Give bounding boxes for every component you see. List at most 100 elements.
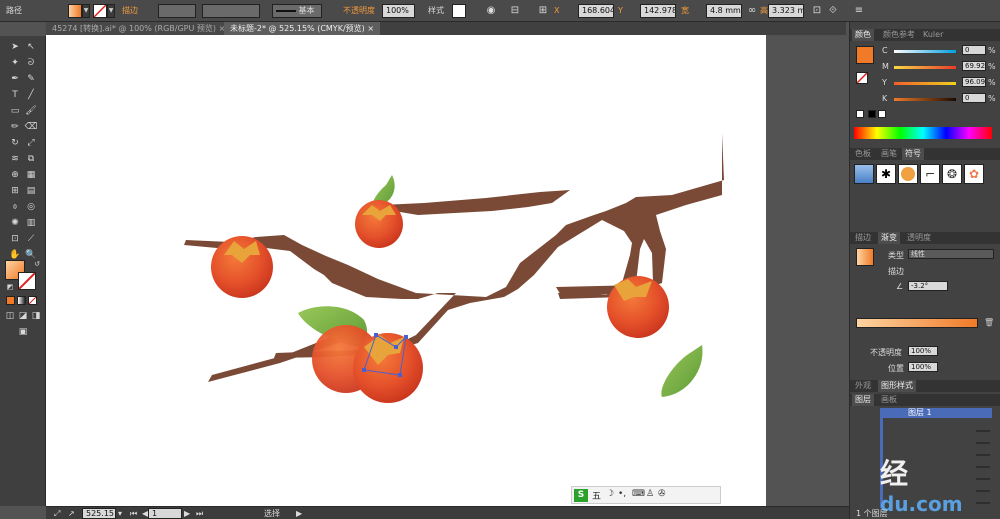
symbol-sprayer-tool-icon[interactable]: ✺: [8, 217, 22, 230]
zoom-select-icon[interactable]: ⤢: [54, 508, 60, 519]
canvas-workarea[interactable]: S 五 ☽ •, ⌨ ♙ ✇: [46, 35, 846, 506]
tab-swatches[interactable]: 色板: [852, 148, 874, 160]
first-page-icon[interactable]: ⏮: [130, 508, 137, 519]
tab-appearance[interactable]: 外观: [852, 380, 874, 392]
constrain-proportions-icon[interactable]: ∞: [745, 4, 759, 18]
ime-toolbar[interactable]: S 五 ☽ •, ⌨ ♙ ✇: [571, 486, 721, 504]
symbol-item[interactable]: [898, 164, 918, 184]
selection-tool-icon[interactable]: ➤: [8, 41, 22, 54]
tab-artboards[interactable]: 画板: [878, 394, 900, 406]
zoom-dropdown-icon[interactable]: ▾: [118, 508, 122, 519]
curvature-tool-icon[interactable]: ✎: [24, 73, 38, 86]
opacity-field[interactable]: 100%: [382, 4, 415, 18]
tab-document-2[interactable]: 未标题-2* @ 525.15% (CMYK/预览) ×: [224, 22, 381, 35]
page-field[interactable]: 1: [148, 508, 182, 519]
channel-y-slider[interactable]: [894, 82, 956, 85]
color-fill-box[interactable]: [856, 46, 874, 64]
symbol-item[interactable]: ✱: [876, 164, 896, 184]
column-graph-tool-icon[interactable]: ▥: [24, 217, 38, 230]
graphic-style-swatch[interactable]: [452, 4, 466, 18]
artwork[interactable]: [46, 35, 766, 506]
brush-definition[interactable]: 基本: [272, 4, 322, 18]
delete-stop-icon[interactable]: 🗑: [984, 318, 994, 328]
moon-icon[interactable]: ☽: [606, 489, 614, 499]
mesh-tool-icon[interactable]: ⊞: [8, 185, 22, 198]
artboard-tool-icon[interactable]: ⊡: [8, 233, 22, 246]
status-arrow-icon[interactable]: ▶: [296, 508, 302, 519]
close-icon[interactable]: ×: [367, 24, 374, 33]
ime-mode[interactable]: 五: [592, 489, 601, 502]
channel-y-value[interactable]: 96.09: [962, 77, 986, 87]
layer-row[interactable]: 图层 1: [880, 408, 992, 418]
gradient-tool-icon[interactable]: ▤: [24, 185, 38, 198]
draw-normal-icon[interactable]: ◫: [3, 310, 17, 323]
isolate-icon[interactable]: ⟐: [826, 4, 840, 18]
reference-point-icon[interactable]: ⊞: [536, 4, 550, 18]
stroke-swatch[interactable]: [93, 4, 107, 18]
shape-builder-tool-icon[interactable]: ⊕: [8, 169, 22, 182]
line-tool-icon[interactable]: ╱: [24, 89, 38, 102]
settings-icon[interactable]: ✇: [658, 489, 666, 499]
keyboard-icon[interactable]: ⌨: [632, 489, 645, 499]
paintbrush-tool-icon[interactable]: 🖌: [24, 105, 38, 118]
white-swatch[interactable]: [878, 110, 886, 118]
channel-k-value[interactable]: 0: [962, 93, 986, 103]
tab-brushes[interactable]: 画笔: [878, 148, 900, 160]
ime-logo[interactable]: S: [574, 489, 588, 502]
last-page-icon[interactable]: ⏭: [196, 508, 203, 519]
draw-inside-icon[interactable]: ◨: [29, 310, 43, 323]
y-field[interactable]: 142.978: [640, 4, 676, 18]
height-field[interactable]: 3.323 mm: [768, 4, 804, 18]
gradient-thumbnail[interactable]: [856, 248, 874, 266]
gradient-mode-button[interactable]: [17, 296, 26, 305]
gradient-angle-field[interactable]: -3.2°: [908, 281, 948, 291]
gradient-type-select[interactable]: 线性: [908, 249, 994, 259]
share-icon[interactable]: ↗: [68, 508, 75, 519]
tab-layers[interactable]: 图层: [852, 394, 874, 406]
channel-m-slider[interactable]: [894, 66, 956, 69]
tab-kuler[interactable]: Kuler: [920, 29, 946, 41]
symbol-item[interactable]: [854, 164, 874, 184]
x-field[interactable]: 168.604: [578, 4, 614, 18]
magic-wand-tool-icon[interactable]: ✦: [8, 57, 22, 70]
zoom-field[interactable]: 525.15: [82, 508, 116, 519]
channel-c-value[interactable]: 0: [962, 45, 986, 55]
next-page-icon[interactable]: ▶: [184, 508, 190, 519]
fill-dropdown[interactable]: ▼: [82, 4, 90, 18]
color-spectrum[interactable]: [854, 127, 992, 139]
draw-behind-icon[interactable]: ◪: [16, 310, 30, 323]
tab-color-guide[interactable]: 颜色参考: [880, 29, 918, 41]
stroke-label[interactable]: 描边: [122, 4, 138, 18]
recolor-artwork-icon[interactable]: ◉: [484, 4, 498, 18]
tab-color[interactable]: 颜色: [852, 29, 874, 41]
slice-tool-icon[interactable]: ⟋: [24, 233, 38, 246]
symbol-item[interactable]: ⌐: [920, 164, 940, 184]
tab-graphic-styles[interactable]: 图形样式: [878, 380, 916, 392]
stroke-dropdown[interactable]: ▼: [107, 4, 115, 18]
tab-transparency[interactable]: 透明度: [904, 232, 934, 244]
artboard[interactable]: S 五 ☽ •, ⌨ ♙ ✇: [46, 35, 766, 506]
lasso-tool-icon[interactable]: ᘐ: [24, 57, 38, 70]
rotate-tool-icon[interactable]: ↻: [8, 137, 22, 150]
scale-tool-icon[interactable]: ⤢: [24, 137, 38, 150]
persimmon-fruit[interactable]: [211, 236, 273, 298]
persimmon-fruit[interactable]: [355, 200, 403, 248]
none-swatch[interactable]: [856, 110, 864, 118]
transform-icon[interactable]: ⊡: [810, 4, 824, 18]
fill-swatch[interactable]: [68, 4, 82, 18]
leaf[interactable]: [661, 345, 703, 397]
status-mode[interactable]: 选择: [264, 508, 280, 519]
gradient-opacity-field[interactable]: 100%: [908, 346, 938, 356]
eyedropper-tool-icon[interactable]: ⌽: [8, 201, 22, 214]
opacity-label[interactable]: 不透明度: [343, 4, 375, 18]
pen-tool-icon[interactable]: ✒: [8, 73, 22, 86]
screen-mode-icon[interactable]: ▣: [16, 326, 30, 339]
width-field[interactable]: 4.8 mm: [706, 4, 742, 18]
pencil-tool-icon[interactable]: ✏: [8, 121, 22, 134]
stroke-color-box[interactable]: [18, 272, 36, 290]
none-mode-button[interactable]: [28, 296, 37, 305]
channel-c-slider[interactable]: [894, 50, 956, 53]
tab-stroke[interactable]: 描边: [852, 232, 874, 244]
tab-document-1[interactable]: 45274 [转换].ai* @ 100% (RGB/GPU 预览) ×: [46, 22, 232, 35]
blend-tool-icon[interactable]: ◎: [24, 201, 38, 214]
